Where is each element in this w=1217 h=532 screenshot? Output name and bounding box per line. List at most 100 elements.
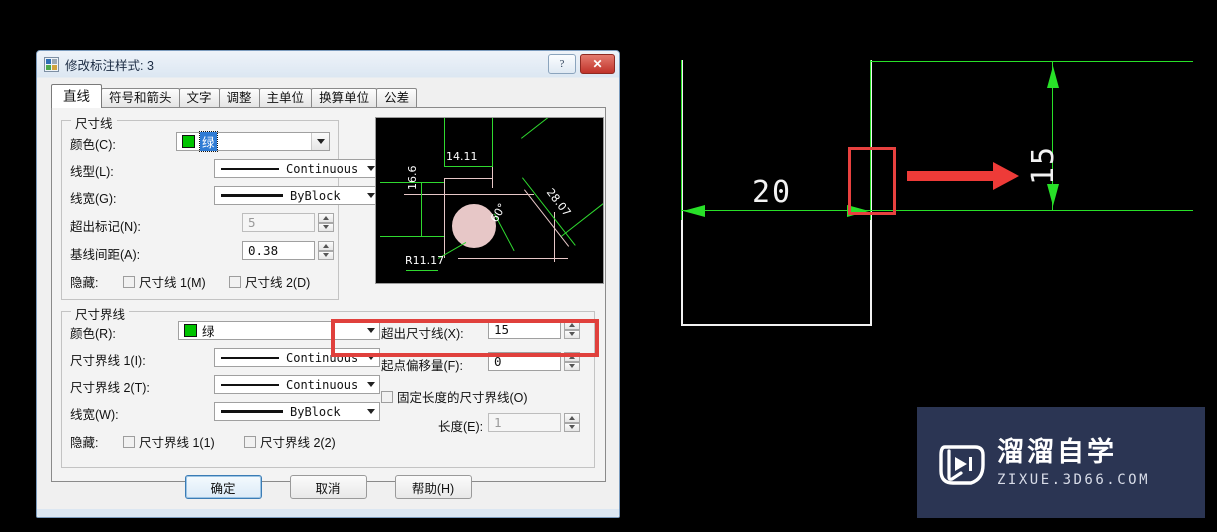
tab-alternate-units[interactable]: 换算单位 [311, 88, 378, 108]
line-preview-byblock [221, 410, 283, 413]
checkbox-icon[interactable] [229, 275, 241, 288]
checkbox-hide-dimline1-label: 尺寸线 1(M) [139, 276, 206, 290]
baseline-spacing-label: 基线间距(A): [70, 248, 141, 262]
preview-dim-r-under [406, 270, 438, 271]
chevron-down-icon[interactable] [362, 403, 379, 420]
preview-dim-14-ext-r [492, 118, 493, 166]
extend-beyond-dimline-highlight [331, 319, 599, 357]
checkbox-icon[interactable] [123, 275, 135, 288]
dimension-line-top [870, 61, 1193, 63]
dimline-lineweight-value: ByBlock [290, 188, 341, 203]
dimline-linetype-combo[interactable]: Continuous [214, 159, 380, 178]
screen: 20 15 溜溜自学 ZIXUE.3D66.COM 修改标注样式: 3 ? ✕ … [0, 0, 1217, 532]
checkbox-hide-extline1[interactable]: 尺寸界线 1(1) [123, 432, 215, 451]
dimension-style-preview: 14.11 16.6 28.07 60° R11.17 [375, 117, 604, 284]
preview-dim-14-label: 14.11 [446, 150, 478, 163]
dimline-color-combo[interactable]: 绿 [176, 131, 330, 152]
baseline-spacing-value[interactable]: 0.38 [242, 241, 315, 260]
baseline-spacing-spinner[interactable]: 0.38 [242, 241, 334, 260]
extline-lineweight-combo[interactable]: ByBlock [214, 402, 380, 421]
checkbox-icon[interactable] [381, 390, 393, 403]
checkbox-hide-extline2[interactable]: 尺寸界线 2(2) [244, 432, 336, 451]
preview-dim-16-label: 16.6 [406, 165, 419, 191]
checkbox-hide-dimline2-label: 尺寸线 2(D) [245, 276, 311, 290]
help-button[interactable]: 帮助(H) [394, 475, 472, 499]
preview-dim-14-ext-l [444, 118, 445, 166]
color-swatch-green [182, 135, 195, 148]
close-icon[interactable]: ✕ [580, 54, 615, 74]
preview-dim-r-label: R11.17 [405, 254, 445, 267]
spinner-buttons[interactable] [564, 413, 580, 432]
extension-line-left [681, 60, 683, 220]
line-preview-byblock [221, 194, 283, 197]
ok-button[interactable]: 确定 [184, 475, 262, 499]
cancel-button[interactable]: 取消 [289, 475, 367, 499]
spinner-up-icon[interactable] [318, 213, 334, 223]
dimline-color-label: 颜色(C): [70, 138, 116, 152]
cad-dim-vertical-label: 15 [1026, 144, 1061, 185]
tab-primary-units[interactable]: 主单位 [258, 88, 313, 108]
tab-symbols[interactable]: 符号和箭头 [101, 88, 180, 108]
title-buttons: ? ✕ [548, 54, 615, 74]
arrowhead-left [683, 205, 705, 217]
extline-hide-label: 隐藏: [70, 436, 99, 450]
fixed-length-spinner[interactable]: 1 [488, 413, 580, 432]
spinner-down-icon[interactable] [564, 422, 580, 432]
preview-part-step [444, 178, 492, 179]
extension-line-group-title: 尺寸界线 [71, 304, 130, 323]
tab-lines[interactable]: 直线 [51, 84, 102, 108]
chevron-down-icon[interactable] [311, 133, 329, 150]
cad-dim-horizontal-label: 20 [752, 175, 793, 210]
preview-dim-16-line [421, 182, 422, 236]
tab-tolerances[interactable]: 公差 [376, 88, 418, 108]
checkbox-hide-dimline2[interactable]: 尺寸线 2(D) [229, 272, 310, 291]
spinner-up-icon[interactable] [564, 413, 580, 423]
spinner-buttons[interactable] [318, 213, 334, 232]
checkbox-icon[interactable] [123, 435, 135, 448]
dimension-line-group-title: 尺寸线 [71, 113, 117, 132]
tab-text[interactable]: 文字 [178, 88, 220, 108]
chevron-down-icon[interactable] [362, 376, 379, 393]
row-extline-lineweight: 线宽(W): [70, 404, 119, 423]
spinner-up-icon[interactable] [318, 241, 334, 251]
dialog-title-bar[interactable]: 修改标注样式: 3 ? ✕ [37, 51, 619, 77]
row-extline-color: 颜色(R): [70, 323, 116, 342]
preview-dim-28-ext-t [521, 118, 569, 139]
dimline-lineweight-combo[interactable]: ByBlock [214, 186, 380, 205]
row-extline2: 尺寸界线 2(T): [70, 377, 150, 396]
watermark: 溜溜自学 ZIXUE.3D66.COM [917, 407, 1205, 518]
tab-fit[interactable]: 调整 [218, 88, 260, 108]
dimension-line-horizontal [682, 210, 1193, 212]
play-logo-icon [931, 435, 987, 491]
dialog-title: 修改标注样式: 3 [65, 58, 154, 73]
help-icon-button[interactable]: ? [548, 54, 576, 74]
preview-dim-28-label: 28.07 [543, 186, 574, 219]
preview-part-left [444, 178, 445, 258]
row-dimline-linetype: 线型(L): [70, 161, 114, 180]
spinner-down-icon[interactable] [318, 250, 334, 260]
spinner-down-icon[interactable] [564, 361, 580, 371]
extline1-label: 尺寸界线 1(I): [70, 354, 146, 368]
preview-part-circle [452, 204, 496, 248]
extline-lineweight-label: 线宽(W): [70, 408, 119, 422]
watermark-cn: 溜溜自学 [997, 436, 1117, 467]
extend-beyond-ticks-value[interactable]: 5 [242, 213, 315, 232]
arrowhead-up [1047, 66, 1059, 88]
fixed-length-value[interactable]: 1 [488, 413, 561, 432]
tab-bar: 直线 符号和箭头 文字 调整 主单位 换算单位 公差 [51, 84, 418, 108]
checkbox-fixed-length-extline[interactable]: 固定长度的尺寸界线(O) [381, 387, 528, 406]
dimstyle-icon [44, 56, 59, 72]
row-extend-beyond-ticks: 超出标记(N): [70, 216, 141, 235]
extline2-combo[interactable]: Continuous [214, 375, 380, 394]
tab-panel-lines: 尺寸线 颜色(C): 绿 线型(L): Continuous 线宽(G): By… [51, 107, 606, 482]
checkbox-icon[interactable] [244, 435, 256, 448]
row-baseline-spacing: 基线间距(A): [70, 244, 140, 263]
spinner-buttons[interactable] [318, 241, 334, 260]
dimline-linetype-value: Continuous [286, 161, 359, 176]
spinner-down-icon[interactable] [318, 222, 334, 232]
checkbox-hide-dimline1[interactable]: 尺寸线 1(M) [123, 272, 206, 291]
checkbox-hide-extline1-label: 尺寸界线 1(1) [139, 436, 215, 450]
watermark-text: 溜溜自学 ZIXUE.3D66.COM [997, 436, 1150, 487]
row-extline1: 尺寸界线 1(I): [70, 350, 146, 369]
extend-beyond-ticks-spinner[interactable]: 5 [242, 213, 334, 232]
